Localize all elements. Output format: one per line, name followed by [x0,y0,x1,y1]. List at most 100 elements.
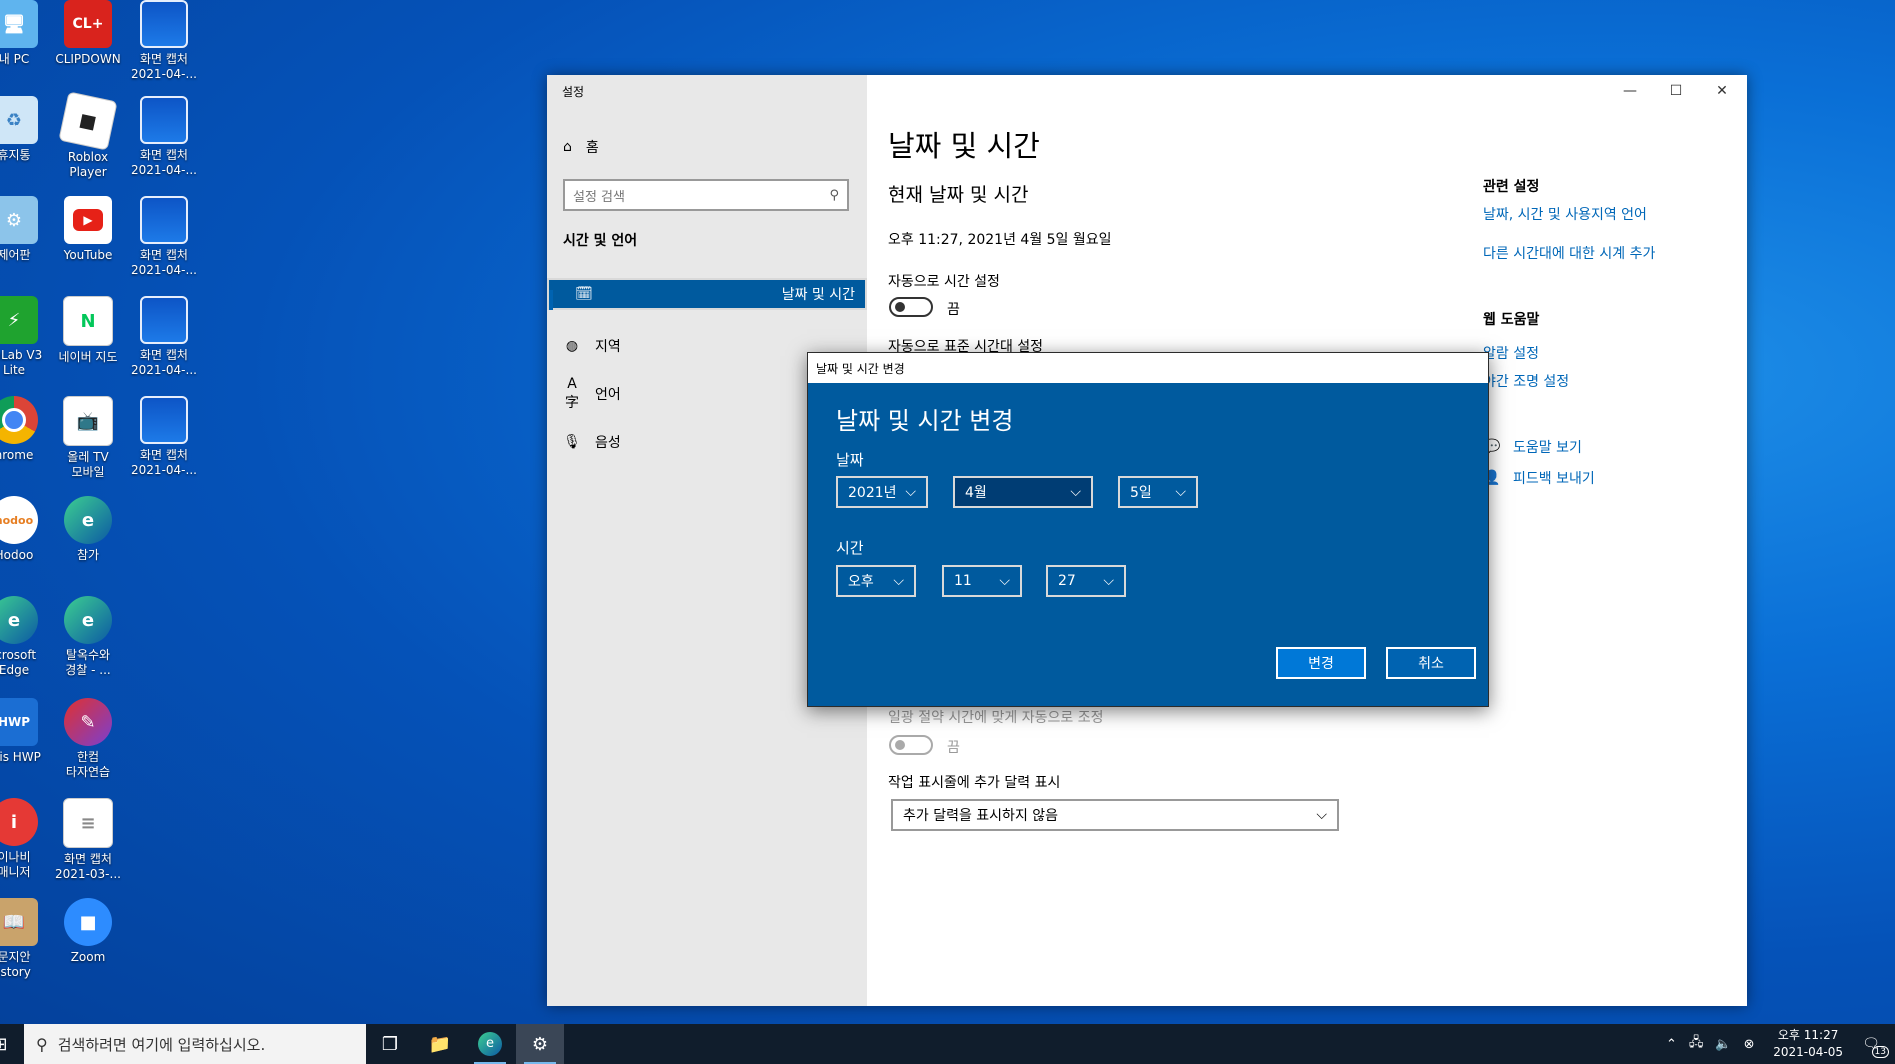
edge-taskbar-button[interactable]: e [466,1024,514,1064]
month-value: 4월 [965,485,987,501]
roblox-icon: ■ [58,91,118,151]
extra-calendar-select[interactable]: 추가 달력을 표시하지 않음 ⌵ [891,799,1339,831]
olleh-tv-icon: 📺 [63,396,113,446]
web-help-heading: 웹 도움말 [1483,312,1540,328]
desktop-icon-capture-1[interactable]: 화면 캡처 2021-04-... [124,0,204,82]
desktop-icon-v3-lite[interactable]: ⚡ hnLab V3 Lite [0,296,54,378]
desktop-icon-clipdown[interactable]: CL+ CLIPDOWN [48,0,128,67]
desktop-icon-chrome[interactable]: hrome [0,396,54,463]
desktop-icon-youtube[interactable]: ▶ YouTube [48,196,128,263]
chevron-up-icon[interactable]: ⌃ [1666,1037,1677,1052]
desktop-icon-join[interactable]: e 참가 [48,496,128,563]
task-view-button[interactable]: ❐ [366,1024,414,1064]
dst-toggle[interactable] [889,735,933,755]
desktop-icon-history[interactable]: 📖 문지안 istory [0,898,54,980]
desktop-icon-naver-map[interactable]: N 네이버 지도 [48,296,128,365]
minimize-button[interactable]: — [1607,75,1653,107]
zoom-icon: ■ [64,898,112,946]
chrome-icon [0,396,38,444]
link-region-language[interactable]: 날짜, 시간 및 사용지역 언어 [1483,204,1647,224]
search-icon: ⚲ [36,1034,48,1054]
desktop-icon-escape-game[interactable]: e 탈옥수와 경찰 - ... [48,596,128,678]
desktop-icon-capture-4[interactable]: 화면 캡처 2021-04-... [124,296,204,378]
recycle-bin-icon: ♻ [0,96,38,144]
desktop-icon-roblox[interactable]: ■ Roblox Player [48,91,128,180]
microphone-icon: 🎙 [563,434,581,450]
dialog-heading: 날짜 및 시간 변경 [836,407,1014,435]
settings-search-input[interactable]: 설정 검색 ⚲ [563,179,849,211]
feedback-label: 피드백 보내기 [1513,471,1595,487]
desktop-icon-capture-3[interactable]: 화면 캡처 2021-04-... [124,196,204,278]
nav-item-label: 날짜 및 시간 [781,287,855,303]
maximize-button[interactable]: ☐ [1653,75,1699,107]
day-value: 5일 [1130,485,1152,501]
language-icon: A字 [565,376,579,411]
dst-label: 일광 절약 시간에 맞게 자동으로 조정 [888,710,1104,726]
image-thumbnail-icon [140,396,188,444]
file-explorer-button[interactable]: 📁 [416,1024,464,1064]
year-select[interactable]: 2021년 ⌵ [836,476,928,508]
start-button[interactable]: ⊞ [0,1024,24,1064]
clock-time: 오후 11:27 [1777,1028,1839,1042]
extra-calendar-value: 추가 달력을 표시하지 않음 [903,808,1059,824]
desktop-icon-this-pc[interactable]: 🖥 내 PC [0,0,54,67]
desktop-icon-olleh-tv[interactable]: 📺 올레 TV 모바일 [48,396,128,480]
image-thumbnail-icon [140,96,188,144]
desktop-icon-capture-2[interactable]: 화면 캡처 2021-04-... [124,96,204,178]
desktop-icon-capture-0305[interactable]: ≡ 화면 캡처 2021-03-... [48,798,128,882]
action-center-button[interactable]: 🗨 13 [1847,1024,1895,1064]
image-thumbnail-icon [140,296,188,344]
home-icon: ⌂ [563,139,572,155]
edge-icon: e [0,596,38,644]
link-add-clocks[interactable]: 다른 시간대에 대한 시계 추가 [1483,243,1655,263]
network-icon[interactable]: 🖧 [1689,1033,1704,1055]
search-icon: ⚲ [829,187,839,203]
nav-home[interactable]: ⌂ 홈 [563,137,599,157]
desktop-icon-capture-5[interactable]: 화면 캡처 2021-04-... [124,396,204,478]
desktop-icon-control-panel[interactable]: ⚙ 제어판 [0,196,54,263]
desktop-icon-recycle-bin[interactable]: ♻ 휴지통 [0,96,54,163]
desktop-icon-inavi[interactable]: i 이나비 매니저 [0,798,54,880]
get-help-label: 도움말 보기 [1513,440,1582,456]
auto-time-toggle[interactable] [889,297,933,317]
month-select[interactable]: 4월 ⌵ [953,476,1093,508]
auto-time-state: 끔 [947,302,960,318]
close-button[interactable]: ✕ [1699,75,1745,107]
toggle-knob [895,302,905,312]
desktop-icon-zoom[interactable]: ■ Zoom [48,898,128,965]
taskbar-search-placeholder: 검색하려면 여기에 입력하십시오. [57,1035,266,1054]
change-button[interactable]: 변경 [1276,647,1366,679]
day-select[interactable]: 5일 ⌵ [1118,476,1198,508]
desktop-icon-edge[interactable]: e icrosoft Edge [0,596,54,678]
desktop-icon-hwp[interactable]: HWP aris HWP [0,698,54,765]
chevron-down-icon: ⌵ [999,573,1010,589]
hodoo-icon: hodoo [0,496,38,544]
hancom-typing-icon: ✎ [64,698,112,746]
hour-select[interactable]: 11 ⌵ [942,565,1022,597]
nav-item-date-time[interactable]: 🗓 날짜 및 시간 [547,278,867,310]
desktop-icon-typing[interactable]: ✎ 한컴 타자연습 [48,698,128,780]
chevron-down-icon: ⌵ [1316,807,1327,823]
dst-state: 끔 [947,740,960,756]
ampm-value: 오후 [848,574,874,590]
edge-icon: e [478,1032,502,1056]
volume-icon[interactable]: 🔈 [1715,1037,1731,1052]
chevron-down-icon: ⌵ [1103,573,1114,589]
minute-select[interactable]: 27 ⌵ [1046,565,1126,597]
cancel-button[interactable]: 취소 [1386,647,1476,679]
clipdown-icon: CL+ [64,0,112,48]
ampm-select[interactable]: 오후 ⌵ [836,565,916,597]
taskbar: ⊞ ⚲ 검색하려면 여기에 입력하십시오. ❐ 📁 e ⚙ ⌃ 🖧 🔈 ⊗ 오후… [0,1024,1895,1064]
nav-home-label: 홈 [585,140,599,156]
desktop-icon-hodoo[interactable]: hodoo Hodoo [0,496,54,563]
computer-icon: 🖥 [0,0,38,48]
taskbar-search-input[interactable]: ⚲ 검색하려면 여기에 입력하십시오. [24,1024,366,1064]
link-alarm-settings[interactable]: 알람 설정 [1483,343,1539,363]
get-help-link[interactable]: 💬 도움말 보기 [1483,437,1582,457]
link-night-light[interactable]: 야간 조명 설정 [1483,371,1569,391]
taskbar-clock[interactable]: 오후 11:27 2021-04-05 [1773,1027,1843,1061]
history-book-icon: 📖 [0,898,38,946]
feedback-link[interactable]: 👤 피드백 보내기 [1483,468,1595,488]
settings-taskbar-button[interactable]: ⚙ [516,1024,564,1064]
ime-icon[interactable]: ⊗ [1744,1037,1755,1052]
